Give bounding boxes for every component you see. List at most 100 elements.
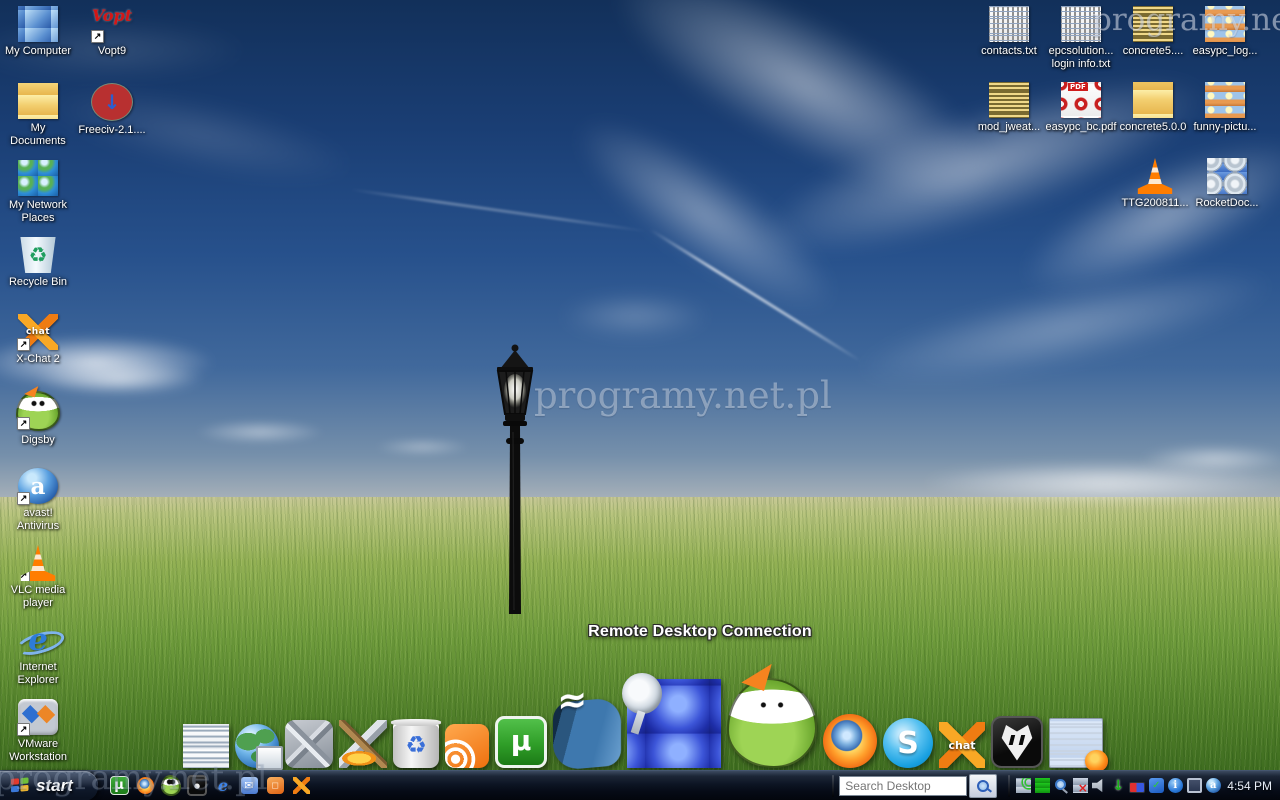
desktop-icon-easypc-log-icon xyxy=(1205,6,1245,42)
desktop-icon-mod-jweat[interactable]: mod_jweat... xyxy=(973,80,1045,157)
desktop-icon-ttg200811-label: TTG200811... xyxy=(1121,197,1188,210)
desktop-icon-rocketdock[interactable]: RocketDoc... xyxy=(1191,156,1263,233)
tray-network-disconnected-icon[interactable]: × xyxy=(1072,778,1088,794)
search-button[interactable] xyxy=(969,774,997,798)
cloud xyxy=(560,295,710,337)
dock-item-skype[interactable]: S xyxy=(883,718,933,768)
desktop-icon-vmware-workstation-icon: ↗ xyxy=(18,699,58,735)
start-button[interactable]: start xyxy=(0,771,98,800)
desktop-icon-concrete5-folder[interactable]: concrete5.0.0 xyxy=(1117,80,1189,157)
desktop-icon-my-documents[interactable]: My Documents xyxy=(2,81,74,158)
dock-item-xchat-icon: chat xyxy=(939,722,985,768)
desktop-icon-concrete5-zip[interactable]: concrete5.... xyxy=(1117,4,1189,81)
tray-network-disconnected-icon-icon: × xyxy=(1073,778,1088,793)
tray-update-icon[interactable]: ↓ xyxy=(1110,778,1126,794)
desktop-icon-avast-antivirus[interactable]: a↗avast! Antivirus xyxy=(2,466,74,543)
tray-wireless-signal-icon[interactable] xyxy=(1034,778,1050,794)
desktop-icon-ttg200811[interactable]: TTG200811... xyxy=(1119,156,1191,233)
tray-network-disconnected-icon-glyph: × xyxy=(1073,778,1088,793)
quicklaunch-internet-explorer[interactable]: e xyxy=(212,775,234,797)
desktop-icon-epcsolution-login-info-txt[interactable]: epcsolution... login info.txt xyxy=(1045,4,1117,81)
desktop-icon-xchat-2[interactable]: chat↗X-Chat 2 xyxy=(2,312,74,389)
dock-item-firefox[interactable] xyxy=(823,714,877,768)
quicklaunch-foobar2000[interactable]: ● xyxy=(186,775,208,797)
windows-logo-icon xyxy=(10,777,30,794)
desktop-icon-xchat-2-shortcut-arrow-icon: ↗ xyxy=(17,338,30,351)
desktop-icon-easypc-log[interactable]: easypc_log... xyxy=(1189,4,1261,81)
search-input[interactable] xyxy=(839,776,967,796)
desktop-icon-freeciv[interactable]: ↓ Freeciv-2.1.... xyxy=(76,81,148,158)
dock-item-openoffice-icon: ≈ xyxy=(553,697,621,771)
desktop-icon-my-computer[interactable]: My Computer xyxy=(2,4,74,81)
dock-item-firefox-icon xyxy=(823,714,877,768)
quicklaunch-xchat[interactable] xyxy=(290,775,312,797)
dock-item-utorrent[interactable]: µ xyxy=(495,716,547,768)
desktop-icon-vmware-workstation-shortcut-arrow-icon: ↗ xyxy=(17,723,30,736)
desktop-icon-vopt9-shortcut-arrow-icon: ↗ xyxy=(91,30,104,43)
dock-item-recycle-bin-glyph: ♻ xyxy=(393,722,439,768)
dock-item-digsby-icon xyxy=(727,678,817,768)
dock-item-network-globe[interactable] xyxy=(235,724,279,768)
desktop-icon-contacts-txt[interactable]: contacts.txt xyxy=(973,4,1045,81)
dock-item-my-computer[interactable] xyxy=(183,724,229,768)
tray-info-icon[interactable]: i xyxy=(1167,778,1183,794)
desktop-icon-vopt9-icon: Vopt↗ xyxy=(92,6,132,42)
desktop-icon-vopt9[interactable]: Vopt↗Vopt9 xyxy=(76,4,148,81)
quicklaunch-email-icon: ✉ xyxy=(241,777,258,794)
desktop-icon-my-computer-icon xyxy=(18,6,58,42)
desktop-icon-recycle-bin-glyph: ♻ xyxy=(18,237,58,273)
desktop-icon-my-network-places[interactable]: My Network Places xyxy=(2,158,74,235)
dock-item-xchat[interactable]: chat xyxy=(939,722,985,768)
quicklaunch-app-orange[interactable]: ◻ xyxy=(264,775,286,797)
quicklaunch-utorrent[interactable]: µ xyxy=(108,775,130,797)
dock-item-recycle-bin[interactable]: ♻ xyxy=(393,722,439,768)
tray-search-icon[interactable] xyxy=(1053,778,1069,794)
tray-avast-icon[interactable]: a xyxy=(1205,778,1221,794)
desktop-icon-internet-explorer[interactable]: eInternet Explorer xyxy=(2,620,74,697)
dock-item-rss-reader[interactable] xyxy=(445,724,489,768)
tray-volume-icon-icon xyxy=(1092,778,1107,793)
desktop-icon-easypc-bc-pdf[interactable]: PDFeasypc_bc.pdf xyxy=(1045,80,1117,157)
desktop-icon-mod-jweat-label: mod_jweat... xyxy=(978,121,1040,134)
desktop-icon-freeciv-icon: ↓ xyxy=(91,83,133,121)
dock-item-dock-settings[interactable] xyxy=(339,720,387,768)
desktop-icons-right-row-1: contacts.txtepcsolution... login info.tx… xyxy=(973,4,1261,81)
dock-item-network-globe-icon xyxy=(235,724,279,768)
dock-item-remote-desktop[interactable] xyxy=(627,679,721,768)
dock-item-openoffice[interactable]: ≈ xyxy=(553,700,621,768)
desktop-icon-funny-picture[interactable]: funny-pictu... xyxy=(1189,80,1261,157)
tray-display-icon[interactable] xyxy=(1186,778,1202,794)
desktop-icon-funny-picture-icon xyxy=(1205,82,1245,118)
tray-volume-icon[interactable] xyxy=(1091,778,1107,794)
quicklaunch-digsby[interactable] xyxy=(160,775,182,797)
desktop-icon-concrete5-folder-label: concrete5.0.0 xyxy=(1120,121,1187,134)
tray-battery-icon[interactable] xyxy=(1129,778,1145,794)
dock-item-window-thumbnail[interactable] xyxy=(1049,718,1103,768)
tray-sync-box-icon[interactable]: ✓ xyxy=(1148,778,1164,794)
desktop-icon-digsby[interactable]: ↗Digsby xyxy=(2,389,74,466)
desktop-icon-freeciv-label: Freeciv-2.1.... xyxy=(78,124,145,137)
dock-item-foobar2000[interactable] xyxy=(991,716,1043,768)
desktop-icon-vmware-workstation[interactable]: ↗VMware Workstation xyxy=(2,697,74,774)
desktop-icon-recycle-bin[interactable]: ♻Recycle Bin xyxy=(2,235,74,312)
quicklaunch-internet-explorer-glyph: e xyxy=(215,777,232,794)
quicklaunch-digsby-icon xyxy=(161,775,181,796)
quicklaunch-firefox[interactable] xyxy=(134,775,156,797)
tray-sync-box-icon-icon: ✓ xyxy=(1149,778,1164,793)
taskbar-clock[interactable]: 4:54 PM xyxy=(1227,779,1272,793)
desktop-icon-ttg200811-icon xyxy=(1135,158,1175,194)
desktop-icon-my-network-places-label: My Network Places xyxy=(9,199,67,225)
desktop-icon-avast-antivirus-shortcut-arrow-icon: ↗ xyxy=(17,492,30,505)
dock-item-digsby[interactable] xyxy=(727,678,817,768)
tray-info-icon-glyph: i xyxy=(1168,778,1183,793)
tray-remote-audio-icon[interactable] xyxy=(1015,778,1031,794)
dock-item-rss-reader-icon xyxy=(445,724,489,768)
dock-item-control-panel[interactable] xyxy=(285,720,333,768)
desktop-icon-internet-explorer-icon: e xyxy=(18,622,58,658)
search-icon xyxy=(977,780,989,792)
dock-item-utorrent-glyph: µ xyxy=(498,719,544,765)
desktop-icon-vlc-media-player[interactable]: ↗VLC media player xyxy=(2,543,74,620)
desktop-icon-easypc-log-label: easypc_log... xyxy=(1193,45,1258,58)
quicklaunch-email[interactable]: ✉ xyxy=(238,775,260,797)
desktop-wallpaper: programy.net.pl programy.net.pl programy… xyxy=(0,0,1280,800)
